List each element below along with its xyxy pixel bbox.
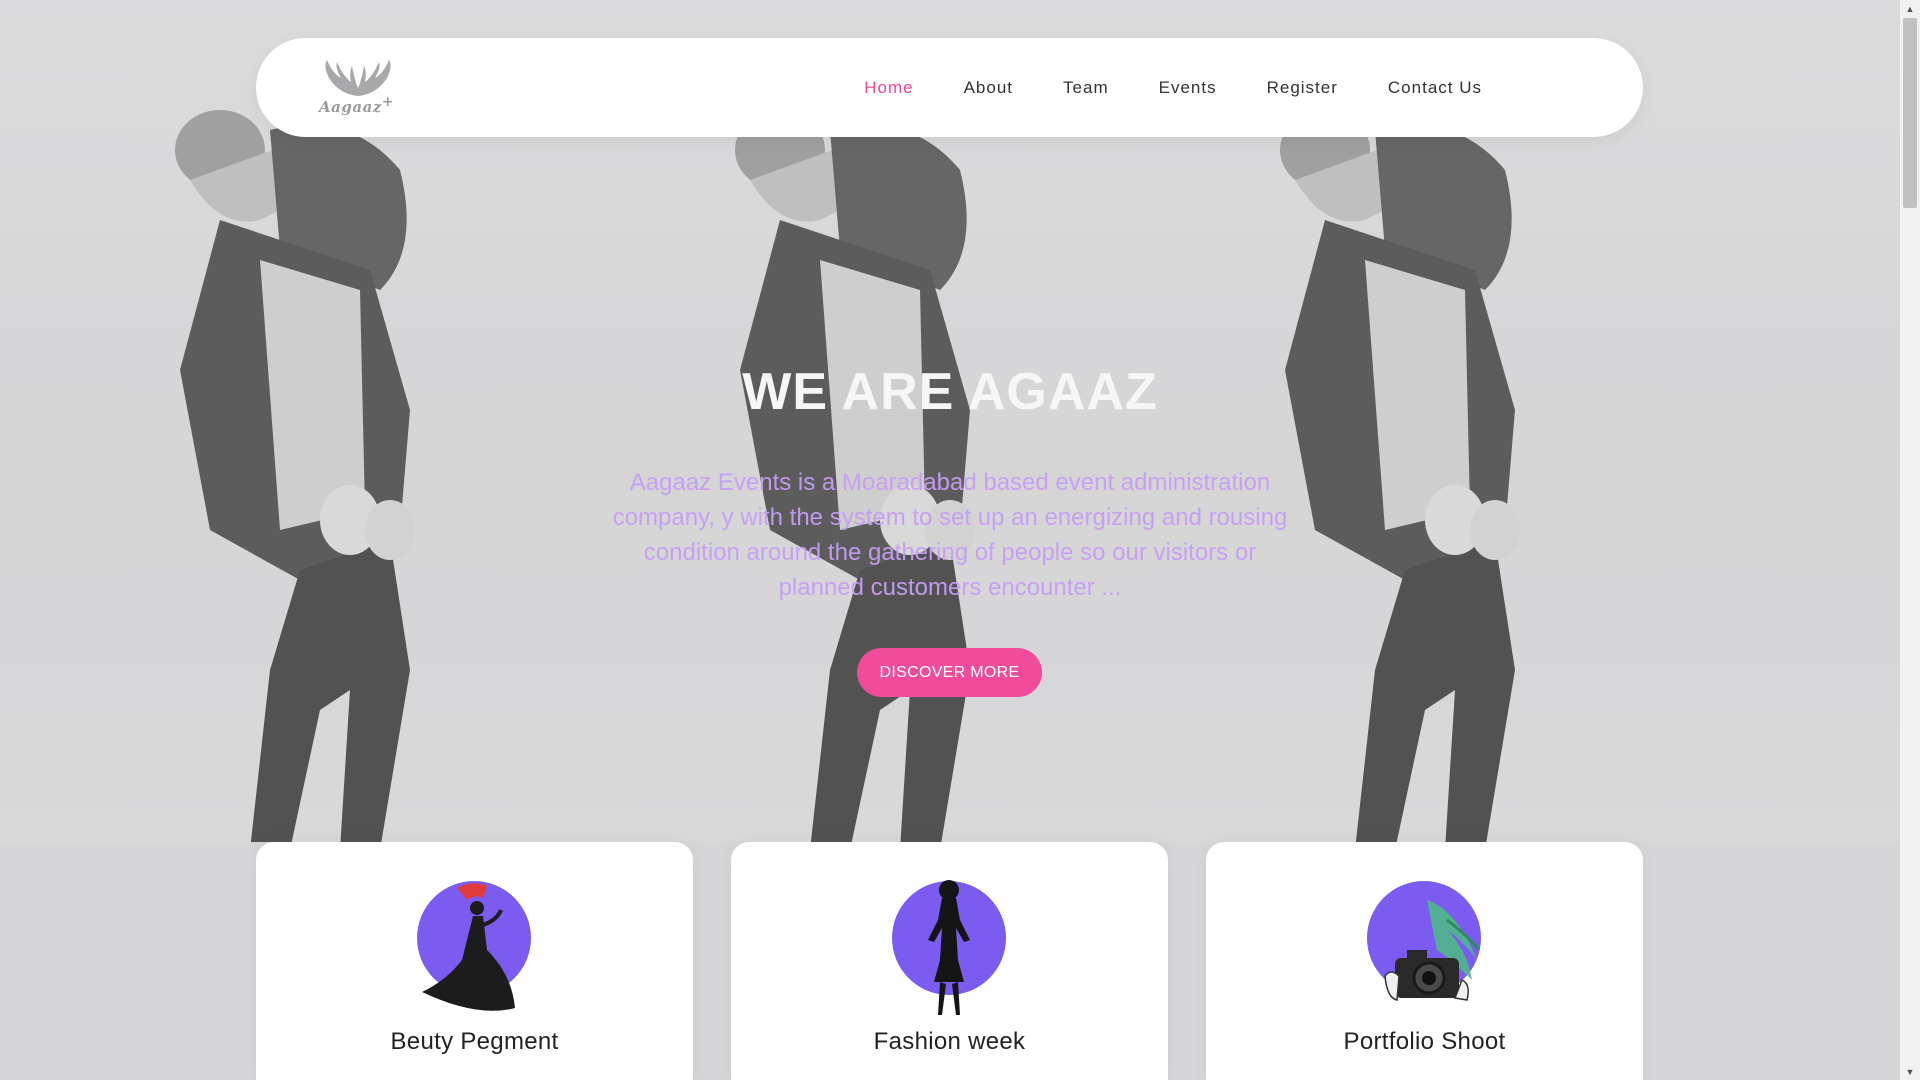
logo-text: Aagaaz+: [319, 94, 395, 116]
pageant-dress-icon: [417, 880, 532, 1015]
site-logo[interactable]: Aagaaz+: [319, 56, 397, 118]
scroll-up-arrow-icon[interactable]: ▲: [1900, 0, 1920, 17]
navbar: Aagaaz+ Home About Team Events Register …: [256, 38, 1643, 137]
discover-more-button[interactable]: DISCOVER MORE: [857, 648, 1042, 697]
camera-icon: [1367, 880, 1482, 1015]
nav-register[interactable]: Register: [1267, 78, 1338, 98]
event-card-beauty-pageant[interactable]: Beuty Pegment: [256, 842, 693, 1080]
vertical-scrollbar[interactable]: ▲ ▼: [1900, 0, 1920, 1080]
nav-team[interactable]: Team: [1063, 78, 1109, 98]
event-card-fashion-week[interactable]: Fashion week: [731, 842, 1168, 1080]
page-viewport: Aagaaz+ Home About Team Events Register …: [0, 0, 1900, 1080]
card-title: Beuty Pegment: [390, 1028, 559, 1055]
fashion-model-icon: [892, 880, 1007, 1015]
nav-home[interactable]: Home: [864, 78, 913, 98]
hero-title: WE ARE AGAAZ: [742, 363, 1158, 421]
card-title: Portfolio Shoot: [1343, 1028, 1506, 1055]
nav-events[interactable]: Events: [1159, 78, 1217, 98]
hero-description: Aagaaz Events is a Moaradabad based even…: [612, 469, 1288, 601]
event-card-portfolio-shoot[interactable]: Portfolio Shoot: [1206, 842, 1643, 1080]
nav-about[interactable]: About: [964, 78, 1013, 98]
scroll-down-arrow-icon[interactable]: ▼: [1900, 1063, 1920, 1080]
nav-contact-us[interactable]: Contact Us: [1388, 78, 1482, 98]
nav-links: Home About Team Events Register Contact …: [814, 38, 1482, 137]
scrollbar-thumb[interactable]: [1903, 18, 1917, 208]
card-title: Fashion week: [873, 1028, 1026, 1055]
